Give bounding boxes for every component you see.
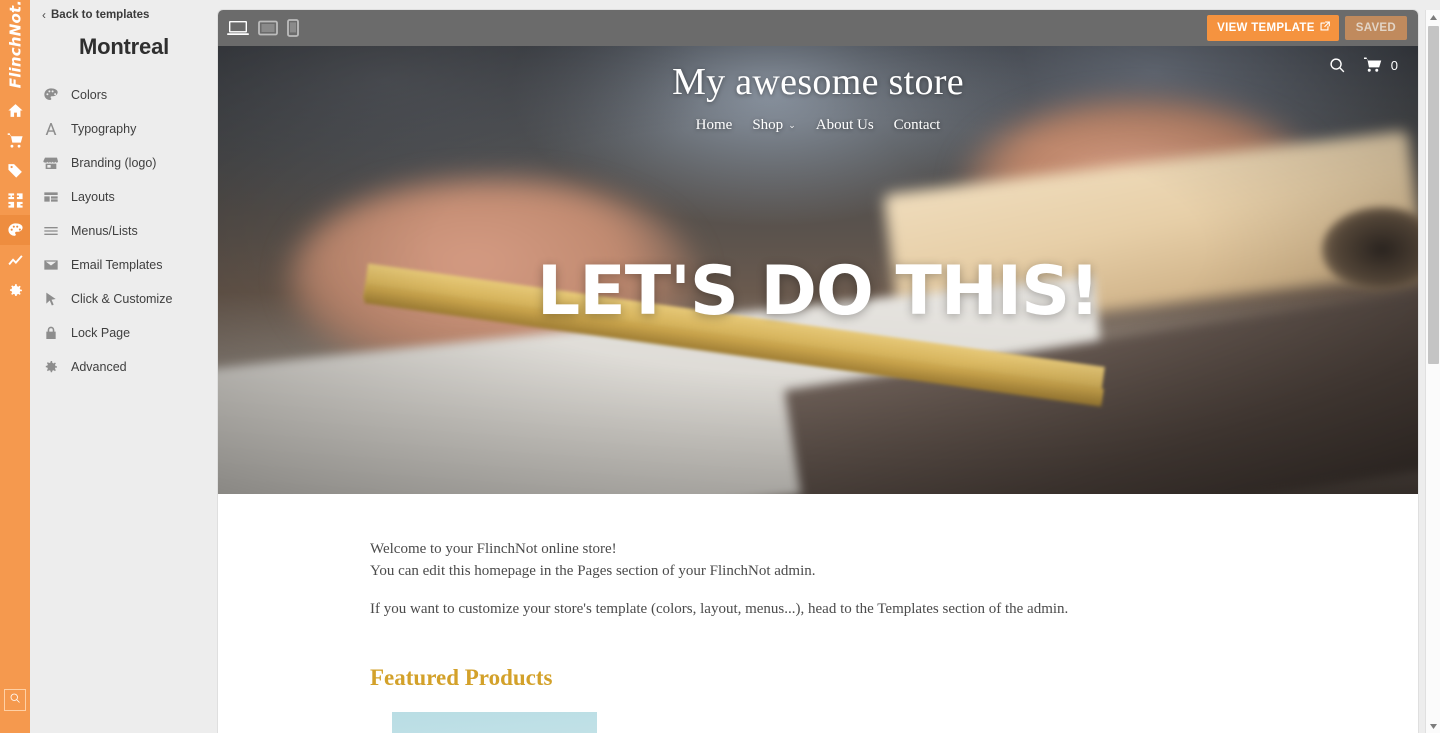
- palette-icon: [7, 222, 24, 239]
- home-icon: [7, 102, 24, 119]
- search-icon[interactable]: [1329, 57, 1346, 74]
- page-title: Montreal: [78, 34, 170, 59]
- sidebar-item-label: Lock Page: [71, 326, 131, 340]
- envelope-icon: [42, 257, 59, 274]
- cursor-icon: [42, 291, 59, 308]
- nav-label: Home: [695, 117, 733, 133]
- rail-item-templates[interactable]: [0, 215, 30, 245]
- scrollbar-thumb[interactable]: [1428, 26, 1439, 364]
- sidebar-item-click-customize[interactable]: Click & Customize: [30, 282, 218, 316]
- view-template-label: VIEW TEMPLATE: [1217, 22, 1315, 34]
- scroll-down-arrow[interactable]: [1426, 719, 1440, 733]
- welcome-line-1: Welcome to your FlinchNot online store!: [370, 541, 617, 557]
- app-logo-text: FlinchNot.: [6, 0, 25, 89]
- sidebar-item-label: Advanced: [71, 360, 127, 374]
- tablet-icon[interactable]: [258, 20, 278, 36]
- featured-products-heading: Featured Products: [370, 665, 553, 691]
- puzzle-icon: [7, 192, 24, 209]
- cart-count: 0: [1390, 57, 1398, 73]
- sidebar-item-email-templates[interactable]: Email Templates: [30, 248, 218, 282]
- sidebar-item-colors[interactable]: Colors: [30, 78, 218, 112]
- site-header: My awesome store Home Shop ⌄ About Us Con…: [218, 46, 1418, 134]
- site-utility-icons: 0: [1329, 56, 1398, 74]
- nav-link-about-us[interactable]: About Us: [816, 117, 874, 134]
- back-to-templates-link[interactable]: ‹ Back to templates: [30, 0, 218, 21]
- nav-label: About Us: [815, 117, 874, 133]
- preview-scrollbar[interactable]: [1425, 10, 1440, 733]
- preview-toolbar: VIEW TEMPLATE SAVED: [218, 10, 1418, 46]
- sidebar-item-label: Email Templates: [71, 258, 163, 272]
- hero-headline: LET'S DO THIS!: [536, 252, 1100, 331]
- external-link-icon: [1319, 21, 1330, 35]
- palette-icon: [42, 87, 59, 104]
- nav-link-shop[interactable]: Shop ⌄: [752, 117, 795, 134]
- sidebar-item-label: Colors: [71, 88, 108, 102]
- chevron-left-icon: ‹: [42, 8, 46, 22]
- scroll-up-arrow[interactable]: [1426, 10, 1440, 24]
- sidebar-item-label: Click & Customize: [71, 292, 173, 306]
- cart-icon: [7, 132, 24, 149]
- welcome-paragraph: Welcome to your FlinchNot online store! …: [370, 539, 1418, 583]
- preview-area: VIEW TEMPLATE SAVED 0 My awesome store H…: [218, 0, 1440, 733]
- featured-product-image[interactable]: [392, 712, 597, 733]
- sidebar-item-label: Typography: [71, 122, 137, 136]
- store-icon: [42, 155, 59, 172]
- site-navigation: Home Shop ⌄ About Us Contact: [218, 117, 1418, 134]
- cart-icon[interactable]: [1363, 56, 1383, 74]
- rail-item-orders[interactable]: [0, 125, 30, 155]
- sidebar-item-advanced[interactable]: Advanced: [30, 350, 218, 384]
- rail-item-products[interactable]: [0, 155, 30, 185]
- rail-item-home[interactable]: [0, 95, 30, 125]
- layout-icon: [42, 189, 59, 206]
- back-to-templates-label: Back to templates: [51, 9, 150, 21]
- search-icon: [9, 691, 21, 709]
- customize-paragraph: If you want to customize your store's te…: [370, 600, 1069, 617]
- rail-item-list: [0, 95, 30, 305]
- sidebar-item-lock-page[interactable]: Lock Page: [30, 316, 218, 350]
- gear-icon: [42, 359, 59, 376]
- view-template-button[interactable]: VIEW TEMPLATE: [1207, 15, 1339, 41]
- nav-label: Shop: [752, 117, 784, 133]
- toolbar-actions: VIEW TEMPLATE SAVED: [1207, 15, 1409, 41]
- nav-link-contact[interactable]: Contact: [894, 117, 941, 134]
- sidebar-item-layouts[interactable]: Layouts: [30, 180, 218, 214]
- chevron-down-icon: ⌄: [788, 120, 796, 130]
- settings-menu: Colors Typography Branding (logo) Layout…: [30, 78, 218, 384]
- list-icon: [42, 223, 59, 240]
- app-root: FlinchNot. ‹ Back to templates Montreal …: [0, 0, 1440, 733]
- rail-item-statistics[interactable]: [0, 245, 30, 275]
- sidebar-item-label: Branding (logo): [71, 156, 157, 170]
- hero-section: 0 My awesome store Home Shop ⌄ About Us C…: [218, 46, 1418, 494]
- tag-icon: [7, 162, 24, 179]
- welcome-line-2: You can edit this homepage in the Pages …: [370, 562, 816, 579]
- store-name: My awesome store: [672, 61, 964, 103]
- typography-icon: [42, 121, 59, 138]
- app-logo[interactable]: FlinchNot.: [0, 0, 30, 88]
- chart-line-icon: [7, 252, 24, 269]
- desktop-icon[interactable]: [227, 20, 249, 36]
- rail-search-button[interactable]: [4, 689, 26, 711]
- saved-button: SAVED: [1344, 16, 1407, 40]
- sidebar-item-label: Layouts: [71, 190, 115, 204]
- global-nav-rail: FlinchNot.: [0, 0, 30, 733]
- sidebar-item-branding[interactable]: Branding (logo): [30, 146, 218, 180]
- nav-link-home[interactable]: Home: [696, 117, 733, 134]
- rail-item-settings[interactable]: [0, 275, 30, 305]
- template-preview-frame: VIEW TEMPLATE SAVED 0 My awesome store H…: [218, 10, 1418, 733]
- site-content: Welcome to your FlinchNot online store! …: [218, 494, 1418, 733]
- template-settings-panel: ‹ Back to templates Montreal Colors Typo…: [30, 0, 218, 733]
- lock-icon: [42, 325, 59, 342]
- rail-item-apps[interactable]: [0, 185, 30, 215]
- device-switcher: [227, 19, 299, 37]
- mobile-icon[interactable]: [287, 19, 299, 37]
- site-preview: 0 My awesome store Home Shop ⌄ About Us C…: [218, 46, 1418, 733]
- gear-icon: [7, 282, 24, 299]
- sidebar-item-label: Menus/Lists: [71, 224, 138, 238]
- sidebar-item-menus-lists[interactable]: Menus/Lists: [30, 214, 218, 248]
- sidebar-item-typography[interactable]: Typography: [30, 112, 218, 146]
- nav-label: Contact: [893, 117, 941, 133]
